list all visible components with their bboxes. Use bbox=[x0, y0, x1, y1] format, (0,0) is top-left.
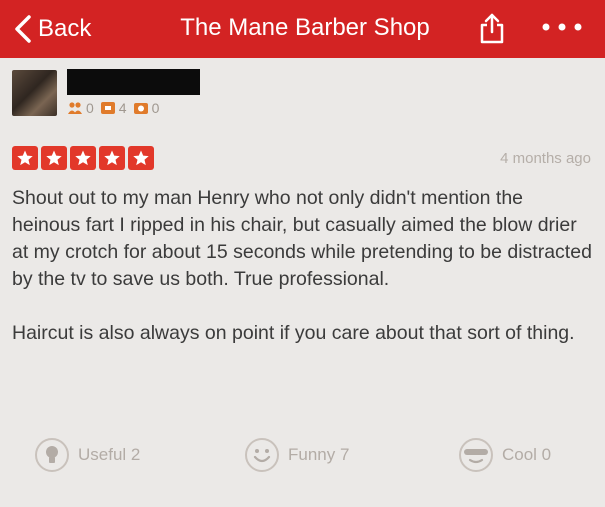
star-icon bbox=[99, 146, 125, 170]
smiley-icon bbox=[245, 438, 279, 472]
camera-icon bbox=[133, 103, 148, 114]
star-icon bbox=[41, 146, 67, 170]
friends-count: 0 bbox=[86, 100, 94, 116]
friends-stat: 0 bbox=[67, 100, 94, 116]
star-icon bbox=[12, 146, 38, 170]
review-text: Shout out to my man Henry who not only d… bbox=[12, 185, 592, 347]
photos-count: 0 bbox=[151, 100, 160, 116]
review-actions: Useful 2 Funny 7 Cool 0 bbox=[0, 436, 605, 474]
review-icon bbox=[100, 102, 115, 114]
back-label: Back bbox=[38, 15, 92, 42]
nav-bar: Back The Mane Barber Shop bbox=[0, 0, 605, 58]
chevron-left-icon bbox=[15, 15, 31, 43]
star-icon bbox=[128, 146, 154, 170]
useful-button[interactable]: Useful 2 bbox=[34, 436, 140, 474]
avatar[interactable] bbox=[12, 70, 57, 116]
reviews-count: 4 bbox=[118, 100, 127, 116]
sunglasses-icon bbox=[459, 438, 493, 472]
username-redacted[interactable] bbox=[67, 69, 200, 95]
cool-label: Cool 0 bbox=[502, 445, 552, 464]
reviews-stat: 4 bbox=[100, 100, 127, 116]
back-button[interactable]: Back bbox=[14, 10, 91, 48]
review-paragraph: Shout out to my man Henry who not only d… bbox=[12, 187, 592, 290]
reviewer-stats: 0 4 0 bbox=[67, 98, 159, 118]
funny-button[interactable]: Funny 7 bbox=[244, 436, 349, 474]
star-rating bbox=[12, 146, 154, 170]
photos-stat: 0 bbox=[133, 100, 160, 116]
share-icon[interactable] bbox=[478, 12, 506, 44]
review-time: 4 months ago bbox=[500, 150, 591, 167]
star-icon bbox=[70, 146, 96, 170]
cool-button[interactable]: Cool 0 bbox=[458, 436, 551, 474]
page-title: The Mane Barber Shop bbox=[180, 14, 430, 41]
review-paragraph: Haircut is also always on point if you c… bbox=[12, 322, 575, 344]
funny-label: Funny 7 bbox=[288, 445, 350, 464]
useful-label: Useful 2 bbox=[78, 445, 141, 464]
more-icon[interactable] bbox=[540, 17, 584, 37]
friends-icon bbox=[68, 102, 82, 114]
lightbulb-icon bbox=[35, 438, 69, 472]
